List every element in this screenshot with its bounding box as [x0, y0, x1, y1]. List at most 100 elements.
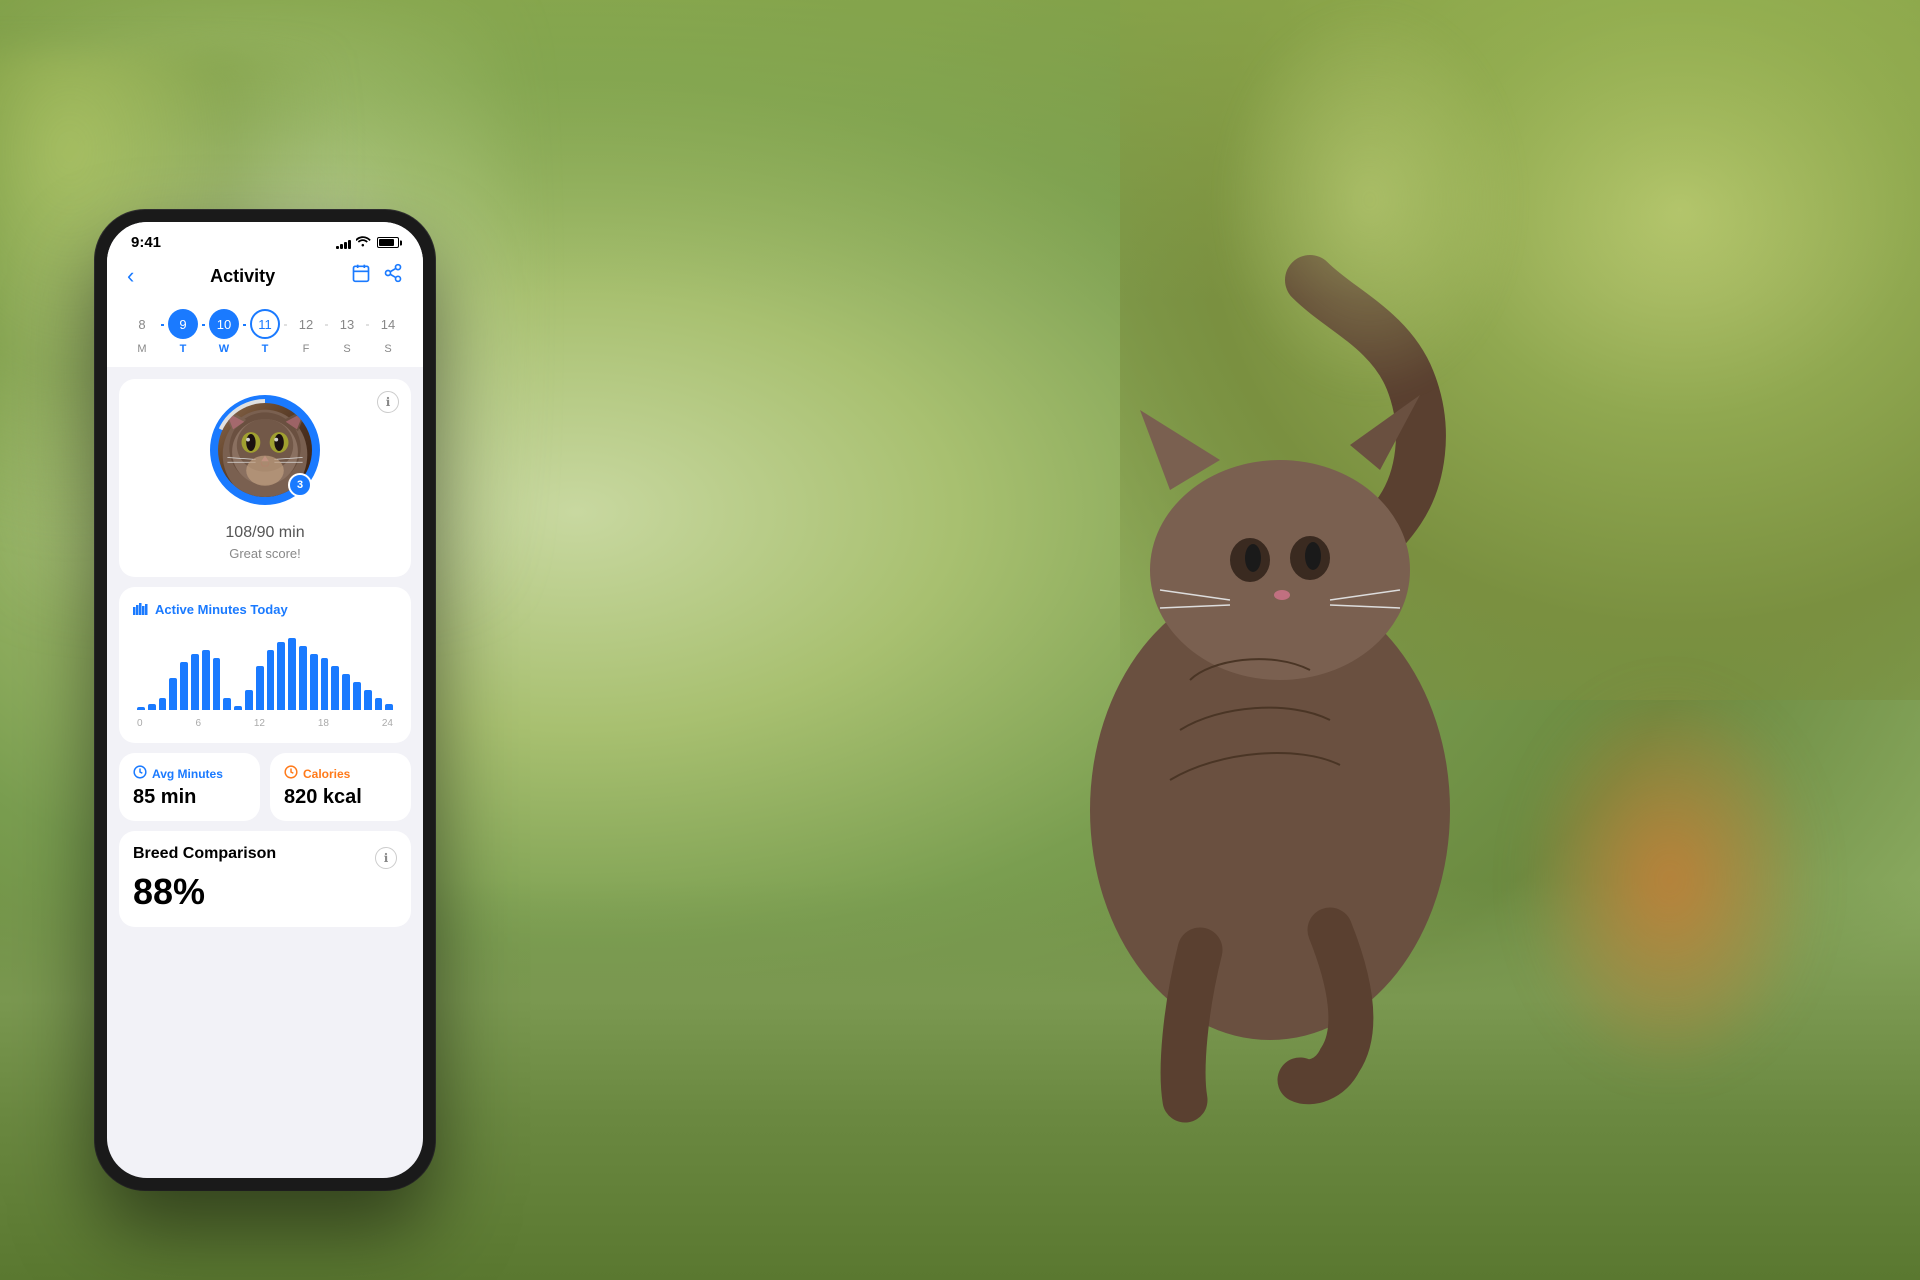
status-bar: 9:41: [107, 222, 423, 255]
day-number-tue: 9: [168, 309, 198, 339]
breed-comparison-section: Breed Comparison ℹ 88%: [119, 831, 411, 927]
day-item-sun[interactable]: 14 S: [369, 309, 407, 355]
day-item-tue[interactable]: 9 T: [164, 309, 202, 355]
calories-icon: [284, 765, 298, 782]
signal-bar-1: [336, 246, 339, 249]
day-label-wed: W: [219, 343, 229, 355]
calories-value: 820 kcal: [284, 786, 362, 808]
status-time: 9:41: [131, 234, 161, 251]
day-label-tue: T: [180, 343, 187, 355]
share-icon[interactable]: [383, 263, 403, 289]
score-unit: min: [274, 524, 304, 541]
bar-2: [159, 698, 167, 710]
day-number-thu: 11: [250, 309, 280, 339]
x-label-0: 0: [137, 718, 143, 729]
scroll-content: ℹ: [107, 367, 423, 939]
day-item-fri[interactable]: 12 F: [287, 309, 325, 355]
avg-minutes-icon: [133, 765, 147, 782]
day-number-sat: 13: [332, 309, 362, 339]
status-icons: [336, 235, 399, 250]
header-title: Activity: [210, 266, 275, 287]
bar-4: [180, 662, 188, 710]
avg-minutes-value: 85 min: [133, 786, 196, 808]
stats-row: Avg Minutes 85 min Calories 820 kcal: [119, 753, 411, 821]
x-label-18: 18: [318, 718, 329, 729]
bg-top: [1120, 0, 1920, 700]
day-number-wed: 10: [209, 309, 239, 339]
bar-16: [310, 654, 318, 710]
app-header: ‹ Activity: [107, 255, 423, 301]
header-icons: [351, 263, 403, 289]
signal-bar-4: [348, 240, 351, 249]
day-label-mon: M: [137, 343, 146, 355]
score-target: 90: [257, 524, 275, 541]
bar-23: [385, 704, 393, 710]
bar-10: [245, 690, 253, 710]
back-button[interactable]: ‹: [127, 263, 134, 289]
score-info-button[interactable]: ℹ: [377, 391, 399, 413]
stat-card-calories: Calories 820 kcal: [270, 753, 411, 821]
chart-header: Active Minutes Today: [133, 601, 397, 618]
day-item-thu[interactable]: 11 T: [246, 309, 284, 355]
day-label-sun: S: [384, 343, 391, 355]
day-label-thu: T: [262, 343, 269, 355]
chart-card: Active Minutes Today: [119, 587, 411, 743]
calories-label: Calories: [303, 767, 350, 781]
bar-22: [375, 698, 383, 710]
score-badge: 3: [288, 473, 312, 497]
chart-bars-area: [133, 630, 397, 710]
day-number-sun: 14: [373, 309, 403, 339]
x-label-12: 12: [254, 718, 265, 729]
bar-20: [353, 682, 361, 710]
day-label-fri: F: [303, 343, 310, 355]
signal-bar-2: [340, 244, 343, 249]
breed-percentage: 88%: [133, 871, 205, 912]
stat-header-minutes: Avg Minutes: [133, 765, 246, 782]
breed-info-button[interactable]: ℹ: [375, 847, 397, 869]
signal-bar-3: [344, 242, 347, 249]
calendar-icon[interactable]: [351, 263, 371, 289]
chart-x-labels: 0 6 12 18 24: [133, 714, 397, 729]
chart-title: Active Minutes Today: [155, 602, 288, 617]
battery-icon: [377, 237, 399, 248]
bar-14: [288, 638, 296, 710]
stat-header-calories: Calories: [284, 765, 397, 782]
score-label: Great score!: [229, 546, 301, 561]
bar-5: [191, 654, 199, 710]
score-value: 108/90 min: [225, 513, 304, 544]
bar-12: [267, 650, 275, 710]
battery-fill: [379, 239, 394, 246]
day-item-wed[interactable]: 10 W: [205, 309, 243, 355]
bar-21: [364, 690, 372, 710]
stat-card-minutes: Avg Minutes 85 min: [119, 753, 260, 821]
day-picker: 8 M 9 T 10 W 11 T: [107, 301, 423, 367]
wifi-icon: [356, 235, 372, 250]
bar-15: [299, 646, 307, 710]
bar-9: [234, 706, 242, 710]
bar-1: [148, 704, 156, 710]
day-label-sat: S: [343, 343, 350, 355]
score-card: ℹ: [119, 379, 411, 577]
chart-bar-icon: [133, 601, 149, 618]
breed-comparison-title: Breed Comparison: [133, 845, 276, 863]
bar-0: [137, 707, 145, 710]
day-number-fri: 12: [291, 309, 321, 339]
bar-7: [213, 658, 221, 710]
day-item-mon[interactable]: 8 M: [123, 309, 161, 355]
bar-8: [223, 698, 231, 710]
bar-19: [342, 674, 350, 710]
score-current: 108: [225, 524, 252, 541]
phone-screen: 9:41 ‹: [107, 222, 423, 1178]
day-number-mon: 8: [127, 309, 157, 339]
signal-bars-icon: [336, 237, 351, 249]
bar-17: [321, 658, 329, 710]
avatar-ring: 3: [210, 395, 320, 505]
phone-wrapper: 9:41 ‹: [95, 210, 455, 1230]
x-label-6: 6: [195, 718, 201, 729]
day-item-sat[interactable]: 13 S: [328, 309, 366, 355]
bar-6: [202, 650, 210, 710]
x-label-24: 24: [382, 718, 393, 729]
bar-18: [331, 666, 339, 710]
bar-13: [277, 642, 285, 710]
phone-body: 9:41 ‹: [95, 210, 435, 1190]
